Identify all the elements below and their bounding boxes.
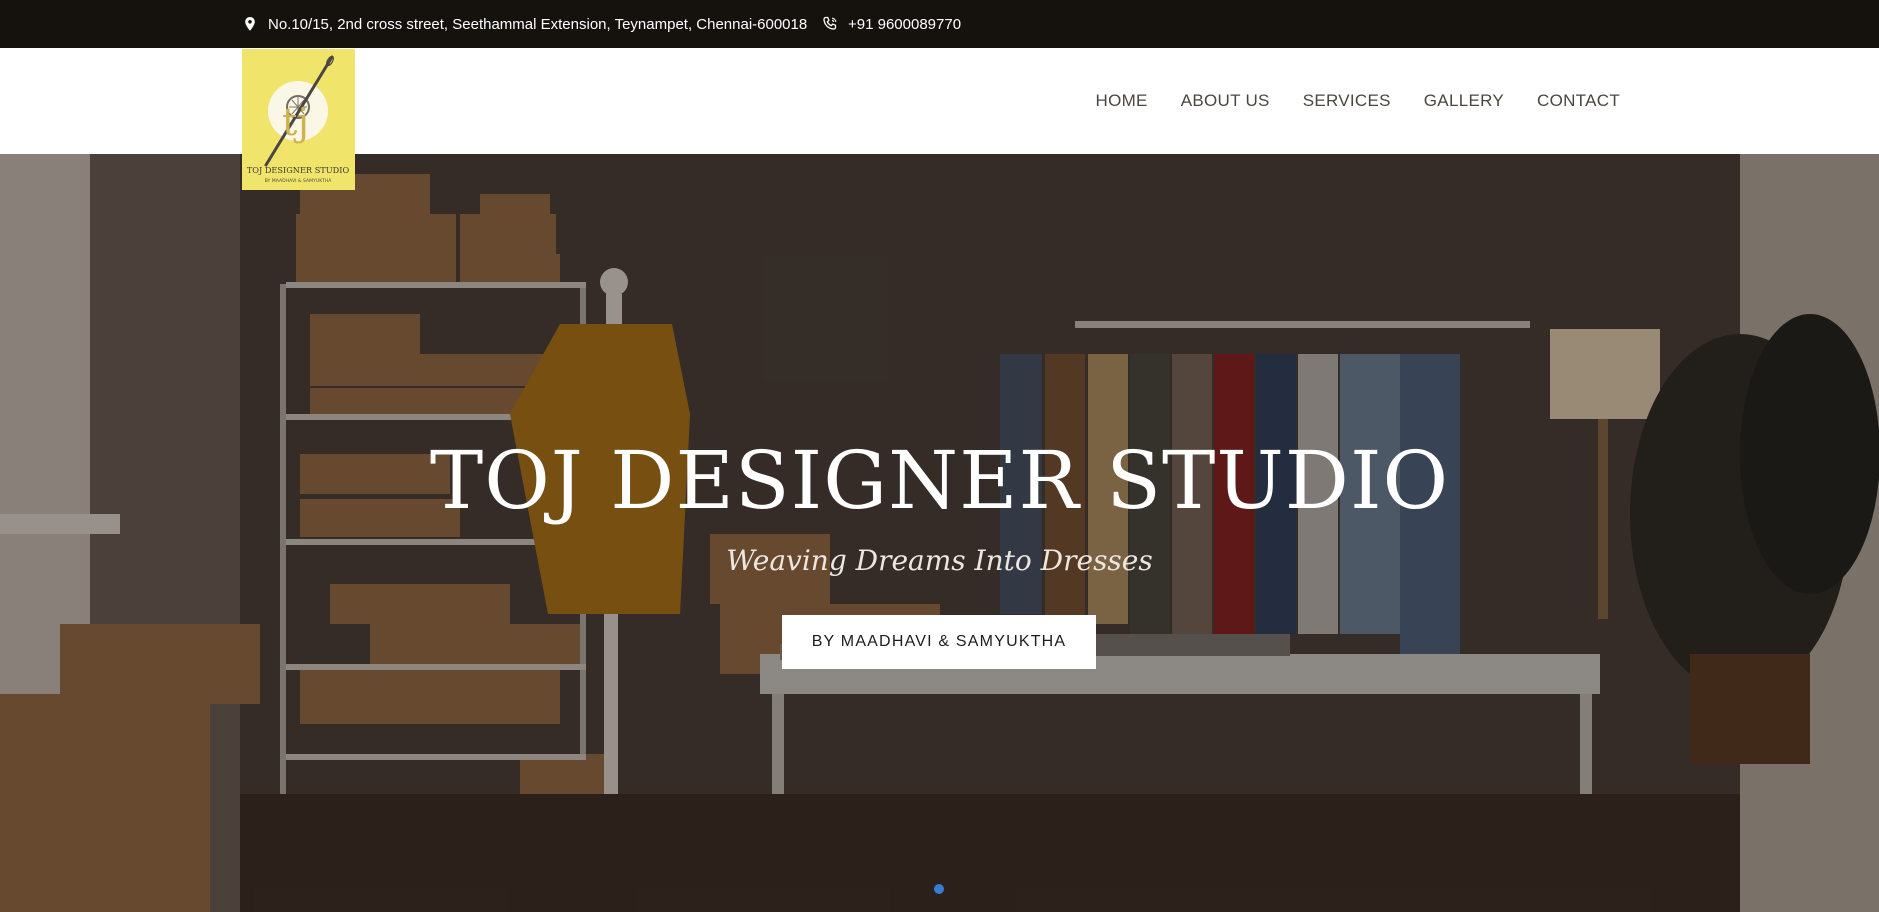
slider-dot-active[interactable] bbox=[934, 884, 944, 894]
slider-pagination bbox=[934, 884, 944, 894]
hero-cta-button[interactable]: BY MAADHAVI & SAMYUKTHA bbox=[782, 615, 1096, 669]
nav-contact[interactable]: CONTACT bbox=[1537, 91, 1620, 111]
phone-info[interactable]: +91 9600089770 bbox=[822, 0, 961, 48]
svg-text:tj: tj bbox=[282, 100, 309, 144]
hero-slider: TOJ DESIGNER STUDIO Weaving Dreams Into … bbox=[0, 154, 1879, 912]
top-info-bar: No.10/15, 2nd cross street, Seethammal E… bbox=[0, 0, 1879, 48]
map-pin-icon bbox=[245, 17, 255, 31]
svg-text:TOJ DESIGNER STUDIO: TOJ DESIGNER STUDIO bbox=[247, 165, 350, 175]
phone-icon bbox=[823, 16, 837, 30]
phone-text[interactable]: +91 9600089770 bbox=[848, 16, 961, 33]
address-info: No.10/15, 2nd cross street, Seethammal E… bbox=[242, 0, 807, 48]
nav-about-us[interactable]: ABOUT US bbox=[1181, 91, 1270, 111]
hero-tagline: Weaving Dreams Into Dresses bbox=[726, 544, 1153, 577]
nav-home[interactable]: HOME bbox=[1096, 91, 1148, 111]
hero-title: TOJ DESIGNER STUDIO bbox=[429, 434, 1450, 527]
site-logo[interactable]: tj TOJ DESIGNER STUDIO BY MAADHAVI & SAM… bbox=[242, 49, 355, 190]
svg-text:BY MAADHAVI & SAMYUKTHA: BY MAADHAVI & SAMYUKTHA bbox=[265, 178, 333, 184]
main-nav: HOME ABOUT US SERVICES GALLERY CONTACT bbox=[1096, 48, 1621, 154]
hero-overlay bbox=[0, 154, 1879, 912]
nav-services[interactable]: SERVICES bbox=[1303, 91, 1391, 111]
address-text: No.10/15, 2nd cross street, Seethammal E… bbox=[268, 15, 808, 33]
nav-gallery[interactable]: GALLERY bbox=[1424, 91, 1504, 111]
